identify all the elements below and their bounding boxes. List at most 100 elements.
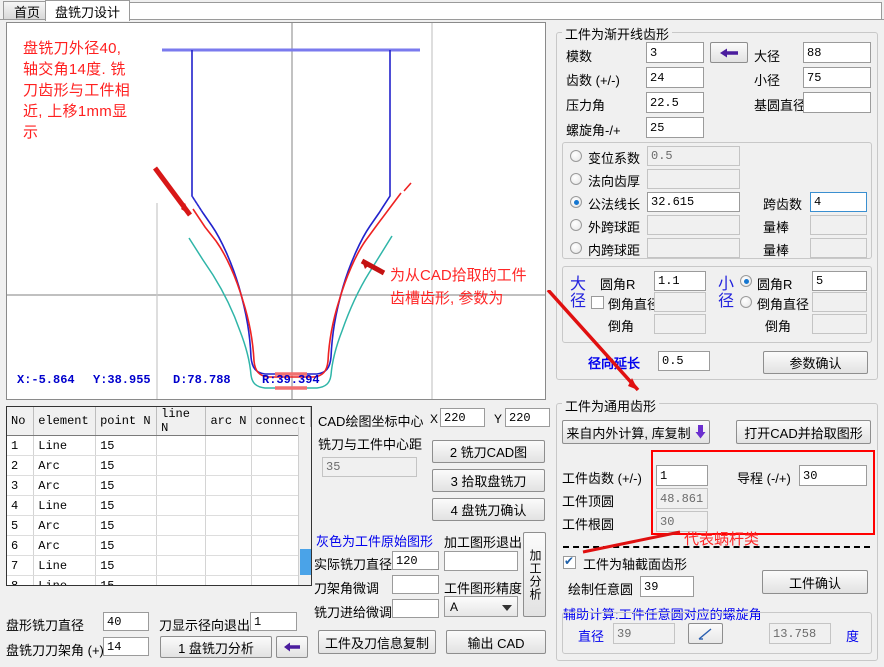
tip-circle-input[interactable]: 48.861 — [656, 488, 708, 509]
minor-fillet-label: 圆角R — [757, 277, 793, 292]
holder-angle-input[interactable] — [392, 575, 439, 594]
table-row[interactable]: 2 Arc 15 — [7, 455, 311, 476]
cutter-cad-button[interactable]: 2 铣刀CAD图 — [432, 440, 545, 463]
table-row[interactable]: 8 Line 15 — [7, 575, 311, 585]
disc-cutter-dia-input[interactable]: 40 — [103, 612, 149, 631]
tab-underline — [0, 19, 884, 20]
radio-inner-ball-span[interactable] — [570, 242, 582, 254]
radio-outer-ball-span[interactable] — [570, 219, 582, 231]
element-table[interactable]: No element point N line N arc N connect … — [6, 406, 312, 586]
cell-line-n — [156, 515, 207, 536]
confirm-workpiece-button[interactable]: 工件确认 — [762, 570, 868, 594]
th-arc-n[interactable]: arc N — [205, 407, 252, 436]
machining-analysis-button[interactable]: 加工分析 — [523, 532, 546, 617]
normal-thickness-input[interactable] — [647, 169, 740, 189]
module-label: 模数 — [566, 49, 593, 64]
profile-shift-input[interactable]: 0.5 — [647, 146, 740, 166]
from-calculation-copy-button[interactable]: 来自内外计算, 库复制 — [562, 420, 710, 444]
open-cad-pick-button[interactable]: 打开CAD并拾取图形 — [736, 420, 871, 444]
th-no[interactable]: No — [7, 407, 35, 436]
major-fillet-input[interactable]: 1.1 — [654, 271, 706, 291]
helix-angle-input[interactable]: 25 — [646, 117, 704, 138]
span-teeth-input[interactable]: 4 — [810, 192, 867, 212]
inner-ball-span-input[interactable] — [647, 238, 740, 258]
table-row[interactable]: 6 Arc 15 — [7, 535, 311, 556]
cad-origin-x-input[interactable]: 220 — [440, 408, 485, 427]
aux-result-output: 13.758 — [769, 623, 831, 644]
table-row[interactable]: 1 Line 15 — [7, 435, 311, 456]
radio-minor-fillet[interactable] — [740, 275, 752, 287]
feed-trim-input[interactable] — [392, 599, 439, 618]
precision-select[interactable]: A — [444, 596, 518, 617]
cell-point-n: 15 — [95, 435, 158, 456]
table-row[interactable]: 4 Line 15 — [7, 495, 311, 516]
transfer-left-arrow-button[interactable] — [710, 42, 748, 63]
table-scrollbar-thumb[interactable] — [300, 549, 311, 575]
pick-cutter-button[interactable]: 3 拾取盘铣刀 — [432, 469, 545, 492]
th-point-n[interactable]: point N — [95, 407, 158, 436]
general-tooth-group-title: 工件为通用齿形 — [562, 396, 660, 415]
span-measurement-input[interactable]: 32.615 — [647, 192, 740, 212]
workpiece-teeth-input[interactable]: 1 — [656, 465, 708, 486]
aux-dia-input[interactable]: 39 — [613, 623, 675, 644]
outer-ball-span-input[interactable] — [647, 215, 740, 235]
minor-fillet-input[interactable]: 5 — [812, 271, 867, 291]
base-dia-input[interactable] — [803, 92, 871, 113]
checkmark-icon — [698, 627, 711, 640]
output-cad-button[interactable]: 输出 CAD — [446, 630, 546, 654]
minor-chamfer-input[interactable] — [812, 314, 867, 334]
radio-profile-shift[interactable] — [570, 150, 582, 162]
minor-dia-side-label: 小 径 — [717, 276, 734, 310]
tab-disc-cutter-design[interactable]: 盘铣刀设计 — [45, 0, 130, 21]
table-row[interactable]: 5 Arc 15 — [7, 515, 311, 536]
exit-graphic-label: 加工图形退出 — [444, 535, 523, 550]
tab-strip: 首页 盘铣刀设计 — [0, 0, 884, 21]
workpiece-teeth-label: 工件齿数 (+/-) — [562, 471, 642, 486]
th-element[interactable]: element — [33, 407, 97, 436]
pressure-angle-input[interactable]: 22.5 — [646, 92, 704, 113]
exit-graphic-input[interactable] — [444, 551, 518, 571]
minor-dia-input[interactable]: 75 — [803, 67, 871, 88]
cell-line-n — [156, 535, 207, 556]
minor-chamfer-dia-input[interactable] — [812, 292, 867, 312]
radio-minor-chamfer[interactable] — [740, 296, 752, 308]
th-line-n[interactable]: line N — [156, 407, 207, 436]
confirm-cutter-button[interactable]: 4 盘铣刀确认 — [432, 498, 545, 521]
axial-section-checkbox[interactable] — [563, 554, 576, 569]
major-chamfer-input[interactable] — [654, 314, 706, 334]
ball-dia-1-input[interactable] — [810, 215, 867, 235]
machining-analysis-label: 加工分析 — [528, 548, 542, 601]
radio-span-measurement[interactable] — [570, 196, 582, 208]
lead-input[interactable]: 30 — [799, 465, 867, 486]
actual-cutter-dia-label: 实际铣刀直径 — [314, 557, 393, 572]
disc-holder-angle-input[interactable]: 14 — [103, 637, 149, 656]
radio-normal-thickness[interactable] — [570, 173, 582, 185]
major-dia-input[interactable]: 88 — [803, 42, 871, 63]
table-scrollbar[interactable] — [298, 427, 311, 585]
span-teeth-label: 跨齿数 — [763, 197, 803, 212]
ball-dia-2-input[interactable] — [810, 238, 867, 258]
actual-cutter-dia-input[interactable]: 120 — [392, 551, 439, 570]
cell-element: Line — [33, 555, 97, 576]
table-body: 1 Line 15 2 Arc 15 3 Arc 15 4 Line 15 5 … — [7, 435, 311, 585]
module-input[interactable]: 3 — [646, 42, 704, 63]
disc-analysis-button[interactable]: 1 盘铣刀分析 — [160, 636, 272, 658]
radial-exit-input[interactable]: 1 — [250, 612, 297, 631]
major-chamfer-dia-input[interactable] — [654, 292, 706, 312]
major-chamfer-checkbox[interactable] — [591, 296, 604, 309]
minor-chamfer-label: 倒角 — [765, 319, 792, 334]
aux-calc-button[interactable] — [688, 623, 723, 644]
confirm-params-button[interactable]: 参数确认 — [763, 351, 868, 374]
radial-extend-input[interactable]: 0.5 — [658, 351, 710, 371]
teeth-count-input[interactable]: 24 — [646, 67, 704, 88]
axial-section-label: 工件为轴截面齿形 — [583, 557, 688, 572]
apply-left-arrow-button-bottom[interactable] — [276, 636, 308, 658]
copy-info-button[interactable]: 工件及刀信息复制 — [318, 630, 436, 654]
center-distance-input[interactable]: 35 — [322, 457, 417, 477]
any-circle-input[interactable]: 39 — [640, 576, 694, 597]
table-row[interactable]: 3 Arc 15 — [7, 475, 311, 496]
cad-origin-y-input[interactable]: 220 — [505, 408, 550, 427]
tab-home[interactable]: 首页 — [3, 1, 51, 20]
table-row[interactable]: 7 Line 15 — [7, 555, 311, 576]
drawing-canvas[interactable]: 盘铣刀外径40, 轴交角14度. 铣 刀齿形与工件相 近, 上移1mm显 示 为… — [6, 22, 546, 400]
